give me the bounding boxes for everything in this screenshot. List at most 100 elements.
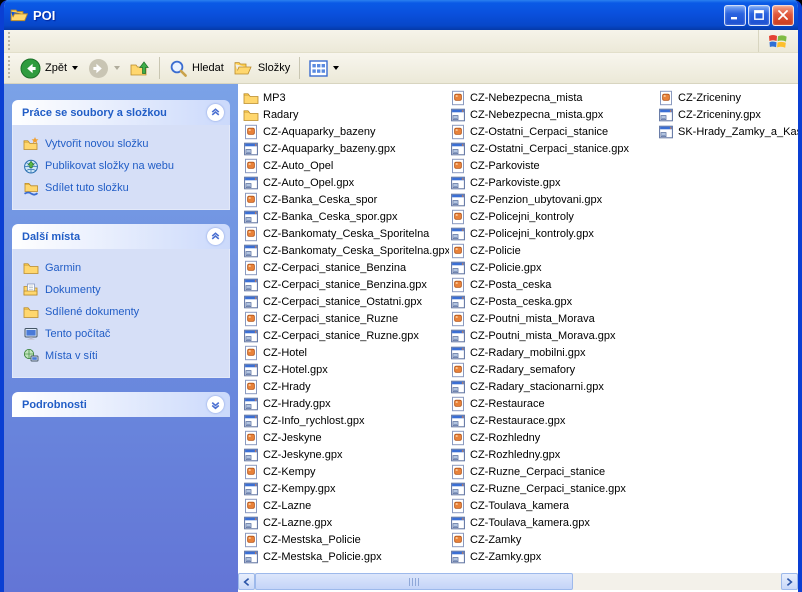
file-item[interactable]: CZ-Banka_Ceska_spor	[243, 191, 449, 208]
file-item[interactable]: CZ-Radary_mobilni.gpx	[450, 344, 656, 361]
file-item[interactable]: CZ-Zamky.gpx	[450, 548, 656, 565]
menubar-grip[interactable]	[6, 32, 12, 50]
file-item[interactable]: CZ-Ruzne_Cerpaci_stanice	[450, 463, 656, 480]
file-item[interactable]: CZ-Restaurace	[450, 395, 656, 412]
file-item[interactable]: CZ-Parkoviste	[450, 157, 656, 174]
scrollbar-track[interactable]	[573, 573, 781, 590]
file-item[interactable]: CZ-Bankomaty_Ceska_Sporitelna	[243, 225, 449, 242]
file-item[interactable]: CZ-Jeskyne	[243, 429, 449, 446]
file-name: CZ-Cerpaci_stanice_Benzina	[263, 262, 406, 274]
sidebar-item[interactable]: Sdílené dokumenty	[23, 301, 225, 323]
sidebar-item[interactable]: Vytvořit novou složku	[23, 133, 225, 155]
file-item[interactable]: CZ-Policie.gpx	[450, 259, 656, 276]
file-item[interactable]: CZ-Ostatni_Cerpaci_stanice.gpx	[450, 140, 656, 157]
back-button[interactable]: Zpět	[15, 56, 83, 81]
file-item[interactable]: CZ-Nebezpecna_mista	[450, 89, 656, 106]
file-item[interactable]: CZ-Hotel	[243, 344, 449, 361]
file-item[interactable]: CZ-Cerpaci_stanice_Ostatni.gpx	[243, 293, 449, 310]
file-item[interactable]: CZ-Parkoviste.gpx	[450, 174, 656, 191]
views-dropdown-icon[interactable]	[333, 66, 339, 70]
file-item[interactable]: CZ-Mestska_Policie.gpx	[243, 548, 449, 565]
sidebar-item[interactable]: Místa v síti	[23, 345, 225, 367]
file-item[interactable]: CZ-Ostatni_Cerpaci_stanice	[450, 123, 656, 140]
file-item[interactable]: CZ-Lazne	[243, 497, 449, 514]
views-button[interactable]	[304, 58, 344, 79]
file-item[interactable]: CZ-Ruzne_Cerpaci_stanice.gpx	[450, 480, 656, 497]
file-name: SK-Hrady_Zamky_a_Kast	[678, 126, 798, 138]
file-item[interactable]: CZ-Cerpaci_stanice_Ruzne.gpx	[243, 327, 449, 344]
file-item[interactable]: CZ-Posta_ceska	[450, 276, 656, 293]
collapse-button[interactable]	[207, 228, 224, 245]
file-item[interactable]: CZ-Poutni_mista_Morava.gpx	[450, 327, 656, 344]
gpx-file-icon	[243, 294, 259, 310]
file-item[interactable]: CZ-Aquaparky_bazeny	[243, 123, 449, 140]
file-item[interactable]: CZ-Kempy	[243, 463, 449, 480]
file-list-area[interactable]: CZ-ZriceninyCZ-Zriceniny.gpx SK-Hrady_Zam…	[238, 84, 798, 592]
file-item[interactable]: CZ-Radary_semafory	[450, 361, 656, 378]
file-item[interactable]: CZ-Toulava_kamera.gpx	[450, 514, 656, 531]
file-item[interactable]: CZ-Auto_Opel	[243, 157, 449, 174]
title-bar[interactable]: POI	[0, 0, 802, 30]
forward-button[interactable]	[83, 56, 125, 81]
file-item[interactable]: CZ-Cerpaci_stanice_Benzina	[243, 259, 449, 276]
back-dropdown-icon[interactable]	[72, 66, 78, 70]
file-item[interactable]: CZ-Jeskyne.gpx	[243, 446, 449, 463]
toolbar-grip[interactable]	[6, 56, 12, 80]
file-item[interactable]: CZ-Mestska_Policie	[243, 531, 449, 548]
file-item[interactable]: CZ-Rozhledny.gpx	[450, 446, 656, 463]
file-item[interactable]: CZ-Hrady	[243, 378, 449, 395]
file-item[interactable]: CZ-Nebezpecna_mista.gpx	[450, 106, 656, 123]
panel-header-details[interactable]: Podrobnosti	[12, 392, 230, 417]
file-item[interactable]: CZ-Policie	[450, 242, 656, 259]
panel-header-tasks[interactable]: Práce se soubory a složkou	[12, 100, 230, 125]
maximize-button[interactable]	[748, 5, 770, 26]
file-name: CZ-Radary_semafory	[470, 364, 575, 376]
file-item[interactable]: CZ-Bankomaty_Ceska_Sporitelna.gpx	[243, 242, 449, 259]
search-button[interactable]: Hledat	[164, 57, 229, 80]
file-item[interactable]: CZ-Poutni_mista_Morava	[450, 310, 656, 327]
file-item[interactable]: CZ-Toulava_kamera	[450, 497, 656, 514]
close-button[interactable]	[772, 5, 794, 26]
file-item[interactable]: CZ-Hotel.gpx	[243, 361, 449, 378]
file-item[interactable]: CZ-Policejni_kontroly.gpx	[450, 225, 656, 242]
collapse-button[interactable]	[207, 104, 224, 121]
minimize-button[interactable]	[724, 5, 746, 26]
minimize-icon	[730, 11, 740, 20]
sidebar-item[interactable]: Publikovat složky na webu	[23, 155, 225, 177]
forward-dropdown-icon[interactable]	[114, 66, 120, 70]
sidebar-item[interactable]: Sdílet tuto složku	[23, 177, 225, 199]
sidebar-item[interactable]: Garmin	[23, 257, 225, 279]
file-item[interactable]: CZ-Cerpaci_stanice_Benzina.gpx	[243, 276, 449, 293]
file-item[interactable]: CZ-Rozhledny	[450, 429, 656, 446]
file-item[interactable]: CZ-Info_rychlost.gpx	[243, 412, 449, 429]
file-item[interactable]: CZ-Kempy.gpx	[243, 480, 449, 497]
sidebar-item[interactable]: Dokumenty	[23, 279, 225, 301]
folders-button[interactable]: Složky	[229, 57, 295, 80]
horizontal-scrollbar[interactable]	[238, 573, 798, 590]
file-item[interactable]: CZ-Restaurace.gpx	[450, 412, 656, 429]
folder-item[interactable]: Radary	[243, 106, 449, 123]
file-item[interactable]: CZ-Auto_Opel.gpx	[243, 174, 449, 191]
file-item[interactable]: SK-Hrady_Zamky_a_Kast	[658, 123, 798, 140]
file-item[interactable]: CZ-Banka_Ceska_spor.gpx	[243, 208, 449, 225]
gpx-file-icon	[450, 345, 466, 361]
file-item[interactable]: CZ-Policejni_kontroly	[450, 208, 656, 225]
file-item[interactable]: CZ-Penzion_ubytovani.gpx	[450, 191, 656, 208]
expand-button[interactable]	[207, 396, 224, 413]
file-item[interactable]: CZ-Lazne.gpx	[243, 514, 449, 531]
folder-item[interactable]: MP3	[243, 89, 449, 106]
panel-header-places[interactable]: Další místa	[12, 224, 230, 249]
file-item[interactable]: CZ-Zriceniny.gpx	[658, 106, 798, 123]
file-item[interactable]: CZ-Cerpaci_stanice_Ruzne	[243, 310, 449, 327]
file-item[interactable]: CZ-Zamky	[450, 531, 656, 548]
sidebar-item[interactable]: Tento počítač	[23, 323, 225, 345]
scrollbar-thumb[interactable]	[255, 573, 573, 590]
file-item[interactable]: CZ-Radary_stacionarni.gpx	[450, 378, 656, 395]
file-item[interactable]: CZ-Zriceniny	[658, 89, 798, 106]
file-item[interactable]: CZ-Posta_ceska.gpx	[450, 293, 656, 310]
scroll-left-button[interactable]	[238, 573, 255, 590]
scroll-right-button[interactable]	[781, 573, 798, 590]
file-item[interactable]: CZ-Hrady.gpx	[243, 395, 449, 412]
up-button[interactable]	[125, 57, 155, 80]
file-item[interactable]: CZ-Aquaparky_bazeny.gpx	[243, 140, 449, 157]
